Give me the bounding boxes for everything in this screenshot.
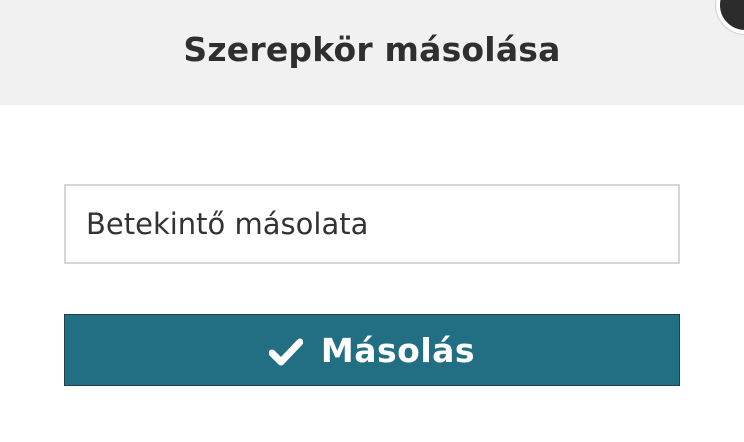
copy-button-label: Másolás (320, 330, 476, 370)
copy-role-dialog: Szerepkör másolása Másolás (0, 0, 744, 442)
dialog-header: Szerepkör másolása (0, 0, 744, 105)
copy-button[interactable]: Másolás (64, 314, 680, 386)
check-icon (268, 338, 303, 366)
role-name-input[interactable] (64, 184, 680, 264)
dialog-title: Szerepkör másolása (183, 30, 561, 69)
